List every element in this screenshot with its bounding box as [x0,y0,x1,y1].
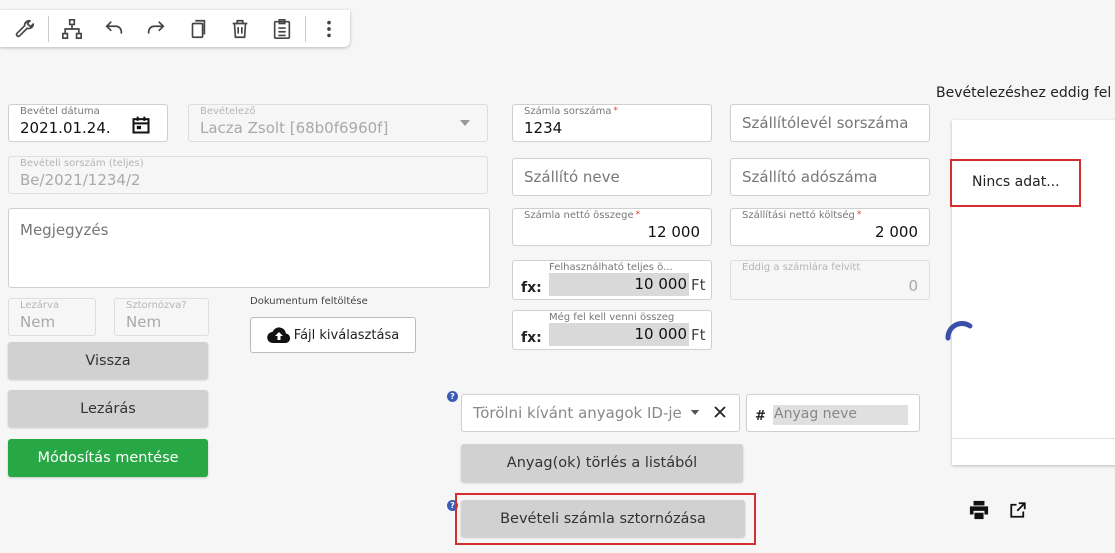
meg-fel-kell-field: Még fel kell venni összeg fx: 10 000 Ft [512,310,712,350]
sztornozva-value: Nem [126,313,162,331]
modositas-mentese-button[interactable]: Módosítás mentése [8,439,208,477]
nincs-adat-box: Nincs adat... [950,159,1081,207]
more-vert-icon[interactable] [308,11,350,47]
szamla-netto-field[interactable]: Számla nettó összege * 12 000 [512,208,712,246]
help-icon[interactable]: ? [447,391,458,402]
szamla-sorszama-field[interactable]: Számla sorszáma * 1234 [512,104,712,142]
eddig-felvitt-field: Eddig a számlára felvitt 0 [730,260,930,300]
bevetel-datuma-label: Bevétel dátuma [20,106,100,117]
bevetel-datuma-field[interactable]: Bevétel dátuma 2021.01.24. [8,104,168,142]
beveteli-sorszam-value: Be/2021/1234/2 [20,171,141,189]
szamla-sorszama-value: 1234 [524,119,563,137]
undo-icon[interactable] [93,11,135,47]
szamla-netto-value: 12 000 [647,223,701,241]
fajl-kivalasztasa-button[interactable]: Fájl kiválasztása [250,317,416,353]
lezarva-field: Lezárva Nem [8,298,96,336]
lezaras-button[interactable]: Lezárás [8,390,208,427]
bevetel-datuma-value: 2021.01.24. [20,119,111,137]
szallito-neve-placeholder: Szállító neve [524,168,620,186]
anyag-torles-button[interactable]: Anyag(ok) törlés a listából [461,444,743,482]
anyag-neve-input[interactable]: Anyag neve [773,405,908,425]
card-divider [952,438,1115,439]
lezarva-label: Lezárva [20,300,60,311]
beveteli-sorszam-label: Bevételi sorszám (teljes) [20,158,144,169]
fx-label: fx: [521,280,542,296]
szamla-netto-label: Számla nettó összege * [524,210,641,221]
wrench-icon[interactable] [4,11,46,47]
dokumentum-label: Dokumentum feltöltése [250,296,368,307]
clipboard-list-icon[interactable] [261,11,303,47]
sitemap-icon[interactable] [51,11,93,47]
felhasznalhato-inner: 10 000 [549,273,689,296]
torolni-id-select[interactable]: Törölni kívánt anyagok ID-je [461,394,740,432]
meg-fel-kell-inner: 10 000 [549,323,689,346]
beveteli-sorszam-field: Bevételi sorszám (teljes) Be/2021/1234/2 [8,156,488,194]
vissza-button[interactable]: Vissza [8,342,208,379]
bevetelezo-label: Bevételező [200,106,256,117]
fx-label: fx: [521,330,542,346]
bevetelezo-select[interactable]: Bevételező Lacza Zsolt [68b0f6960f] [188,104,488,142]
szallitolevel-placeholder: Szállítólevél sorszáma [742,114,909,132]
szallitasi-netto-label: Szállítási nettó költség * [742,210,862,221]
eddig-felvitt-label: Eddig a számlára felvitt [742,262,861,273]
anyag-neve-field[interactable]: # Anyag neve [746,394,920,432]
szallito-adoszama-placeholder: Szállító adószáma [742,168,878,186]
close-icon[interactable] [714,406,726,418]
szallitasi-netto-field[interactable]: Szállítási nettó költség * 2 000 [730,208,930,246]
trash-icon[interactable] [219,11,261,47]
hash-icon: # [755,409,766,424]
sztornozva-field: Sztornózva? Nem [114,298,209,336]
szallitolevel-sorszama-field[interactable]: Szállítólevél sorszáma [730,104,930,142]
felhasznalhato-field: Felhasználható teljes ö... fx: 10 000 Ft [512,260,712,300]
cloud-upload-icon [267,327,290,344]
open-in-new-icon[interactable] [1009,501,1027,519]
felhasznalhato-value: 10 000 [634,275,688,293]
nincs-adat-text: Nincs adat... [972,174,1060,190]
toolbar-divider [48,15,49,42]
torolni-id-placeholder: Törölni kívánt anyagok ID-je [473,404,682,422]
sztornozva-label: Sztornózva? [126,300,187,311]
bevetelezo-value: Lacza Zsolt [68b0f6960f] [200,119,389,137]
anyag-neve-placeholder: Anyag neve [774,406,858,422]
sztorno-button[interactable]: Bevételi számla sztornózása [461,500,745,537]
megjegyzes-placeholder: Megjegyzés [20,221,109,239]
szamla-sorszama-label: Számla sorszáma * [524,106,618,117]
toolbar-divider [305,15,307,42]
lezarva-value: Nem [20,313,56,331]
meg-fel-kell-unit: Ft [691,326,706,344]
copy-icon[interactable] [177,11,219,47]
redo-icon[interactable] [135,11,177,47]
right-panel-title: Bevételezéshez eddig fel [936,85,1112,101]
toolbar [0,10,350,47]
felhasznalhato-unit: Ft [691,276,706,294]
fajl-kivalasztasa-label: Fájl kiválasztása [293,327,400,343]
loading-spinner-icon [945,321,973,341]
szallito-neve-field[interactable]: Szállító neve [512,158,712,196]
eddig-felvitt-value: 0 [908,277,918,295]
meg-fel-kell-label: Még fel kell venni összeg [549,312,675,323]
megjegyzes-textarea[interactable]: Megjegyzés [8,208,490,288]
chevron-down-icon[interactable] [690,409,700,416]
szallitasi-netto-value: 2 000 [875,223,918,241]
print-icon[interactable] [968,500,990,520]
szallito-adoszama-field[interactable]: Szállító adószáma [730,158,930,196]
chevron-down-icon [460,120,470,126]
felhasznalhato-label: Felhasználható teljes ö... [549,262,673,273]
calendar-icon[interactable] [131,115,151,135]
meg-fel-kell-value: 10 000 [634,325,688,343]
